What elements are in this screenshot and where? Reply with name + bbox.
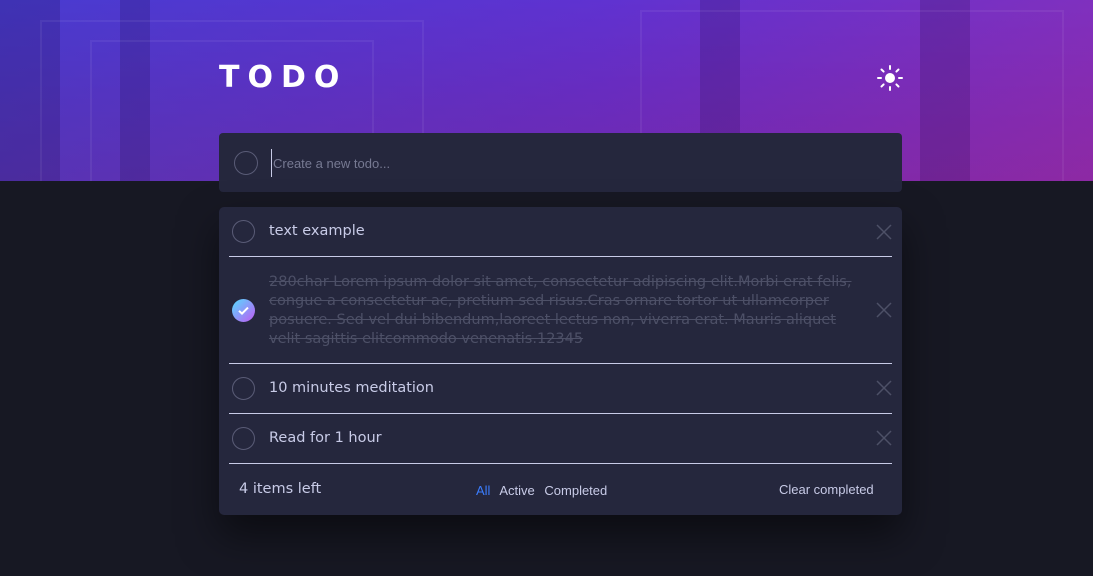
new-todo-bar <box>219 133 902 192</box>
filter-tabs: All Active Completed <box>476 483 613 498</box>
app-title: TODO <box>219 60 348 95</box>
filter-all[interactable]: All <box>476 483 490 498</box>
todo-check-circle[interactable] <box>232 377 255 400</box>
todo-text[interactable]: 280char Lorem ipsum dolor sit amet, cons… <box>269 273 854 349</box>
filter-active[interactable]: Active <box>499 483 534 498</box>
todo-item: Read for 1 hour <box>229 414 892 464</box>
items-left-count: 4 items left <box>239 481 322 497</box>
todo-check-circle[interactable] <box>232 220 255 243</box>
delete-todo-button[interactable] <box>876 302 892 318</box>
todo-text[interactable]: Read for 1 hour <box>269 429 854 448</box>
todo-item: 10 minutes meditation <box>229 364 892 414</box>
cross-icon <box>876 302 892 318</box>
clear-completed-button[interactable]: Clear completed <box>779 482 874 497</box>
todo-text[interactable]: 10 minutes meditation <box>269 379 854 398</box>
cross-icon <box>876 430 892 446</box>
delete-todo-button[interactable] <box>876 430 892 446</box>
todo-item: text example <box>229 207 892 257</box>
new-todo-check-circle[interactable] <box>234 151 258 175</box>
delete-todo-button[interactable] <box>876 224 892 240</box>
new-todo-input[interactable] <box>271 149 875 177</box>
todo-check-circle[interactable] <box>232 427 255 450</box>
todo-check-circle[interactable] <box>232 299 255 322</box>
theme-toggle-button[interactable] <box>876 64 904 92</box>
check-icon <box>238 306 249 315</box>
delete-todo-button[interactable] <box>876 380 892 396</box>
cross-icon <box>876 224 892 240</box>
todo-list: text example 280char Lorem ipsum dolor s… <box>219 207 902 515</box>
todo-text[interactable]: text example <box>269 222 854 241</box>
todo-item: 280char Lorem ipsum dolor sit amet, cons… <box>229 257 892 364</box>
sun-icon <box>877 65 903 91</box>
filter-completed[interactable]: Completed <box>544 483 607 498</box>
cross-icon <box>876 380 892 396</box>
